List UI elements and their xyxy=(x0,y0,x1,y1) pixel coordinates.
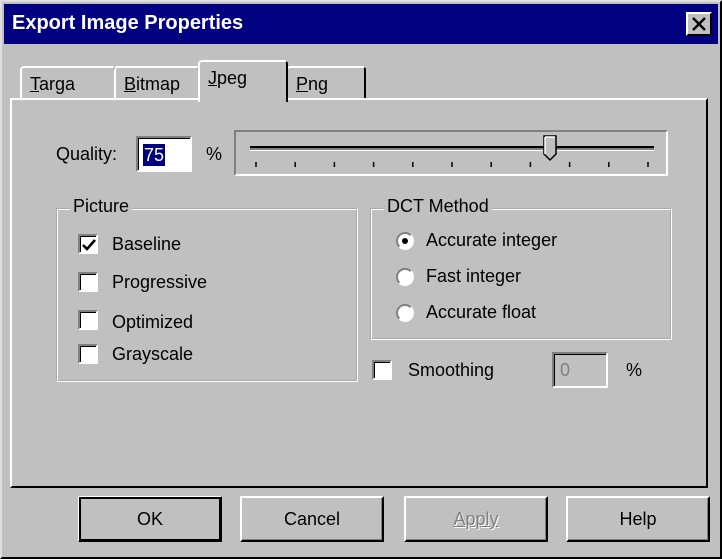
smoothing-value: 0 xyxy=(560,360,571,380)
tab-mnemonic: T xyxy=(30,74,39,94)
cancel-label: Cancel xyxy=(283,509,341,529)
accurate-integer-radio[interactable] xyxy=(396,232,414,250)
smoothing-checkbox[interactable] xyxy=(372,360,392,380)
help-label: Help xyxy=(619,509,657,529)
smoothing-input[interactable]: 0 xyxy=(552,352,608,388)
quality-value: 75 xyxy=(143,144,166,166)
dialog-title: Export Image Properties xyxy=(12,12,244,34)
smoothing-label: Smoothing xyxy=(408,360,495,380)
ok-label: OK xyxy=(136,509,163,529)
quality-input[interactable]: 75 xyxy=(136,136,192,172)
cancel-button[interactable]: Cancel xyxy=(240,496,384,542)
help-button[interactable]: Help xyxy=(566,496,710,542)
title-bar[interactable]: Export Image Properties xyxy=(4,4,718,44)
tab-bitmap[interactable]: Bitmap xyxy=(114,66,200,100)
apply-button[interactable]: Apply xyxy=(404,496,548,542)
tab-label: itmap xyxy=(136,74,181,94)
slider-track xyxy=(250,135,654,167)
baseline-checkbox[interactable] xyxy=(78,234,98,254)
quality-label: Quality: xyxy=(56,144,118,164)
quality-unit: % xyxy=(206,144,223,164)
ok-button[interactable]: OK xyxy=(78,496,222,542)
progressive-label: Progressive xyxy=(112,272,208,292)
grayscale-label: Grayscale xyxy=(112,344,194,364)
close-icon xyxy=(692,17,706,31)
picture-group-title: Picture xyxy=(70,196,133,217)
tab-label: peg xyxy=(217,68,248,88)
picture-group: Picture xyxy=(56,196,358,382)
tab-targa[interactable]: Targa xyxy=(20,66,116,100)
tab-mnemonic: P xyxy=(296,74,309,94)
tab-png[interactable]: Png xyxy=(286,66,366,100)
grayscale-checkbox[interactable] xyxy=(78,344,98,364)
tab-mnemonic: J xyxy=(208,68,217,88)
quality-slider[interactable] xyxy=(234,130,668,176)
radio-dot xyxy=(402,238,408,244)
tab-mnemonic: B xyxy=(124,74,137,94)
progressive-checkbox[interactable] xyxy=(78,272,98,292)
accurate-float-label: Accurate float xyxy=(426,302,537,322)
slider-thumb[interactable] xyxy=(543,135,557,162)
apply-label: Apply xyxy=(453,509,499,529)
tab-label: arga xyxy=(39,74,76,94)
dct-group-title: DCT Method xyxy=(384,196,492,217)
accurate-float-radio[interactable] xyxy=(396,304,414,322)
tab-label: ng xyxy=(308,74,329,94)
close-button[interactable] xyxy=(686,12,712,36)
fast-integer-radio[interactable] xyxy=(396,268,414,286)
checkmark-icon xyxy=(82,239,96,251)
tab-jpeg[interactable]: Jpeg xyxy=(198,60,288,102)
baseline-label: Baseline xyxy=(112,234,182,254)
optimized-checkbox[interactable] xyxy=(78,310,98,330)
optimized-label: Optimized xyxy=(112,312,194,332)
smoothing-unit: % xyxy=(626,360,643,380)
accurate-integer-label: Accurate integer xyxy=(426,230,558,250)
fast-integer-label: Fast integer xyxy=(426,266,522,286)
